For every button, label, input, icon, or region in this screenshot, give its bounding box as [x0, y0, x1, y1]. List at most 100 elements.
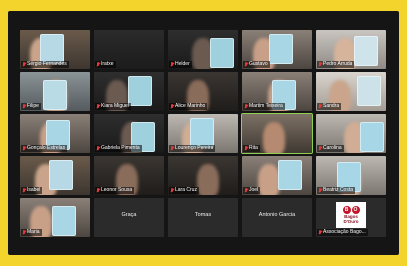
participant-name: Martim Teixeira: [249, 103, 283, 109]
mic-muted-icon: [96, 188, 100, 193]
participant-name: Pedro Arruda: [323, 61, 353, 67]
participant-tile[interactable]: Sandra: [316, 72, 386, 111]
mic-muted-icon: [244, 104, 248, 109]
participant-tile[interactable]: B O Bagos D'Ouro Associação Bago...: [316, 198, 386, 237]
book-cover: [354, 36, 378, 66]
participant-display-name: Antonio Garcia: [258, 212, 296, 218]
participant-nameplate: Rita: [243, 145, 260, 152]
participant-nameplate: Helder: [169, 61, 192, 68]
association-logo: B O Bagos D'Ouro: [336, 202, 366, 228]
mic-muted-icon: [170, 104, 174, 109]
participant-name: Beatriz Costa: [323, 187, 354, 193]
participant-name: Sérgio Fernandes: [27, 61, 67, 67]
participant-nameplate: Joel: [243, 187, 261, 194]
participant-tile[interactable]: Antonio Garcia: [242, 198, 312, 237]
participant-tile[interactable]: Martim Teixeira: [242, 72, 312, 111]
participant-name: Lara Cruz: [175, 187, 197, 193]
participant-tile[interactable]: Sérgio Fernandes: [20, 30, 90, 69]
mic-muted-icon: [96, 62, 100, 67]
participant-tile[interactable]: Lara Cruz: [168, 156, 238, 195]
participant-name: Maria: [27, 229, 40, 235]
participant-nameplate: Gabriela Pimenta: [95, 145, 142, 152]
participant-name: Carolina: [323, 145, 342, 151]
mic-muted-icon: [22, 188, 26, 193]
participant-tile[interactable]: Pedro Arruda: [316, 30, 386, 69]
participant-video-person: [258, 164, 280, 195]
participant-tile[interactable]: Filipe: [20, 72, 90, 111]
participant-tile[interactable]: Iratxe: [94, 30, 164, 69]
participant-nameplate: Sandra: [317, 103, 342, 110]
participant-video-person: [263, 122, 285, 153]
mic-muted-icon: [318, 146, 322, 151]
book-cover: [43, 80, 67, 110]
participant-nameplate: Leonor Sousa: [95, 187, 135, 194]
participant-tile[interactable]: Beatriz Costa: [316, 156, 386, 195]
mic-muted-icon: [170, 62, 174, 67]
mic-muted-icon: [170, 188, 174, 193]
book-cover: [210, 38, 234, 68]
participant-tile[interactable]: Joel: [242, 156, 312, 195]
book-cover: [52, 206, 76, 236]
participant-nameplate: Alice Marinho: [169, 103, 208, 110]
book-cover: [269, 34, 293, 64]
participant-display-name: Graça: [121, 212, 137, 218]
participant-tile[interactable]: Graça: [94, 198, 164, 237]
participant-tile[interactable]: Carolina: [316, 114, 386, 153]
logo-circle: B: [342, 206, 351, 214]
participant-name: Iratxe: [101, 61, 114, 67]
mic-muted-icon: [96, 146, 100, 151]
participant-display-name: Tomas: [194, 212, 212, 218]
participant-name: Leonor Sousa: [101, 187, 133, 193]
mic-muted-icon: [318, 230, 322, 235]
book-cover: [360, 122, 384, 152]
logo-circle: O: [351, 206, 360, 214]
participant-name: Gabriela Pimenta: [101, 145, 140, 151]
book-cover: [278, 160, 302, 190]
participant-name: Gustavo: [249, 61, 268, 67]
participant-nameplate: Gonçalo Estrelas: [21, 145, 68, 152]
book-cover: [190, 118, 214, 148]
participant-tile[interactable]: Helder: [168, 30, 238, 69]
logo-text-line2: D'Ouro: [343, 219, 359, 224]
book-cover: [40, 34, 64, 64]
participant-nameplate: Filipe: [21, 103, 41, 110]
participant-tile[interactable]: Gustavo: [242, 30, 312, 69]
participant-tile[interactable]: Gabriela Pimenta: [94, 114, 164, 153]
participant-tile[interactable]: Maria: [20, 198, 90, 237]
participant-tile[interactable]: Isabel: [20, 156, 90, 195]
participant-tile[interactable]: Gonçalo Estrelas: [20, 114, 90, 153]
mic-muted-icon: [244, 62, 248, 67]
participant-tile[interactable]: Alice Marinho: [168, 72, 238, 111]
book-cover: [357, 76, 381, 106]
participant-name: Filipe: [27, 103, 39, 109]
participant-nameplate: Martim Teixeira: [243, 103, 285, 110]
participant-name: Sandra: [323, 103, 340, 109]
mic-muted-icon: [244, 188, 248, 193]
participant-nameplate: Pedro Arruda: [317, 61, 355, 68]
participant-tile[interactable]: Rita: [241, 113, 313, 154]
participant-nameplate: Associação Bago...: [317, 229, 368, 236]
mic-muted-icon: [318, 62, 322, 67]
participant-name: Lourenço Pereira: [175, 145, 214, 151]
participant-tile[interactable]: Tomas: [168, 198, 238, 237]
participant-nameplate: Lourenço Pereira: [169, 145, 216, 152]
participant-name: Joel: [249, 187, 259, 193]
logo-mark: BO: [342, 206, 360, 214]
participant-tile[interactable]: Leonor Sousa: [94, 156, 164, 195]
participant-name: Helder: [175, 61, 190, 67]
participant-name: Alice Marinho: [175, 103, 206, 109]
participant-name: Rita: [249, 145, 258, 151]
participant-nameplate: Sérgio Fernandes: [21, 61, 69, 68]
participant-nameplate: Isabel: [21, 187, 43, 194]
book-cover: [49, 160, 73, 190]
participant-tile[interactable]: Kiara Miguel: [94, 72, 164, 111]
mic-muted-icon: [22, 146, 26, 151]
participant-nameplate: Kiara Miguel: [95, 103, 131, 110]
mic-muted-icon: [318, 104, 322, 109]
participant-tile[interactable]: Lourenço Pereira: [168, 114, 238, 153]
participant-nameplate: Maria: [21, 229, 42, 236]
participant-nameplate: Carolina: [317, 145, 344, 152]
participant-video-person: [197, 164, 219, 195]
participant-name: Associação Bago...: [323, 229, 366, 235]
participant-name: Kiara Miguel: [101, 103, 129, 109]
